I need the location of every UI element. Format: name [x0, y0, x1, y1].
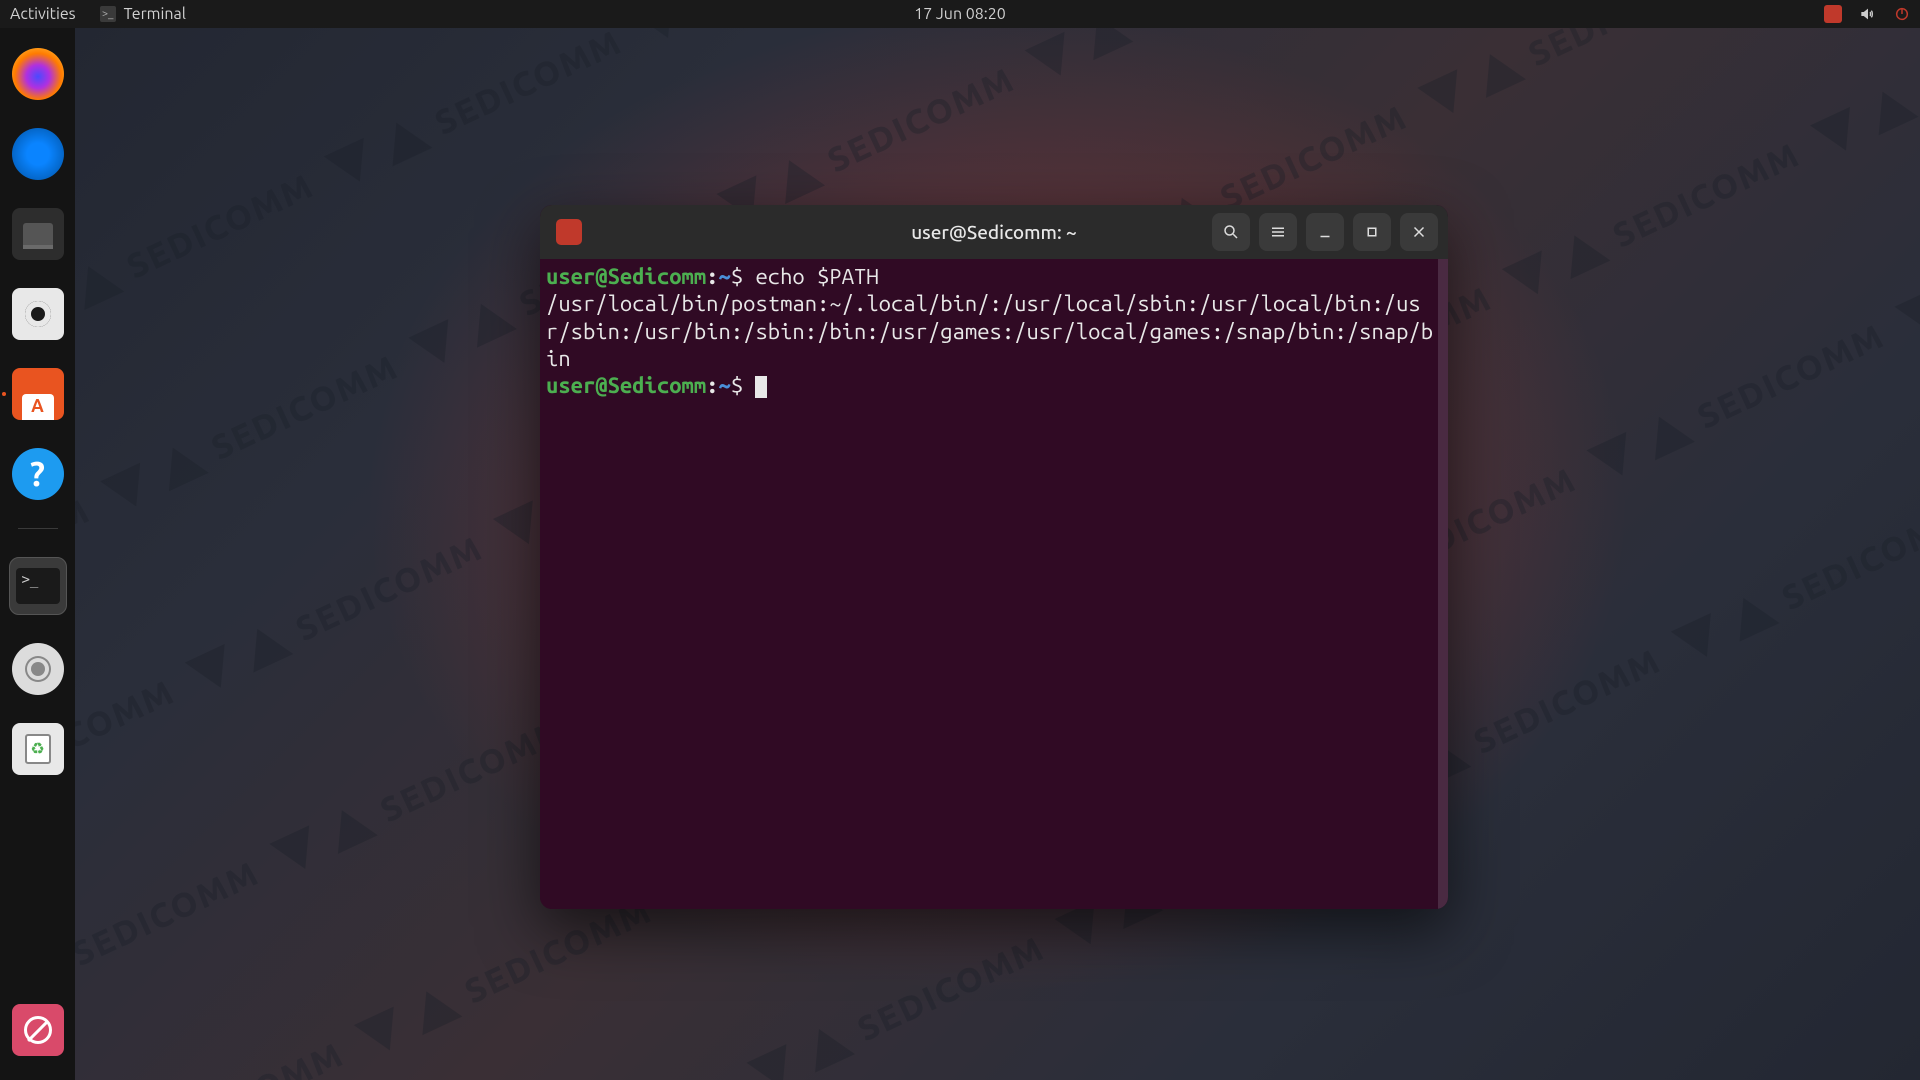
terminal-line: /usr/local/bin/postman:~/.local/bin/:/us…: [546, 290, 1442, 372]
dock-rhythmbox[interactable]: [12, 288, 64, 340]
topbar-app-menu[interactable]: >_ Terminal: [100, 5, 186, 23]
terminal-icon: >_: [100, 6, 116, 22]
terminal-window: user@Sedicomm: ~ user@Sedicomm:~$ echo $…: [540, 205, 1448, 909]
cursor: [755, 376, 767, 398]
volume-icon[interactable]: [1860, 6, 1876, 22]
dock: ? >_: [0, 28, 75, 1080]
dock-software-center[interactable]: [12, 368, 64, 420]
terminal-app-icon: [556, 219, 582, 245]
terminal-line: user@Sedicomm:~$ echo $PATH: [546, 263, 1442, 290]
search-button[interactable]: [1212, 213, 1250, 251]
dock-separator: [18, 528, 58, 529]
close-button[interactable]: [1400, 213, 1438, 251]
dock-unknown-app[interactable]: [12, 1004, 64, 1056]
menu-button[interactable]: [1259, 213, 1297, 251]
dock-terminal[interactable]: >_: [9, 557, 67, 615]
dock-disk[interactable]: [12, 643, 64, 695]
clock[interactable]: 17 Jun 08:20: [914, 5, 1006, 23]
gnome-topbar: Activities >_ Terminal 17 Jun 08:20: [0, 0, 1920, 28]
dock-trash[interactable]: [12, 723, 64, 775]
terminal-scrollbar[interactable]: [1438, 259, 1448, 909]
dock-help[interactable]: ?: [12, 448, 64, 500]
screen-record-icon[interactable]: [1824, 5, 1842, 23]
terminal-title: user@Sedicomm: ~: [911, 221, 1077, 243]
terminal-titlebar[interactable]: user@Sedicomm: ~: [540, 205, 1448, 259]
topbar-app-name: Terminal: [124, 5, 186, 23]
activities-button[interactable]: Activities: [10, 5, 76, 23]
terminal-body[interactable]: user@Sedicomm:~$ echo $PATH/usr/local/bi…: [540, 259, 1448, 909]
terminal-line: user@Sedicomm:~$: [546, 372, 1442, 399]
dock-thunderbird[interactable]: [12, 128, 64, 180]
minimize-button[interactable]: [1306, 213, 1344, 251]
maximize-button[interactable]: [1353, 213, 1391, 251]
power-icon[interactable]: [1894, 6, 1910, 22]
dock-firefox[interactable]: [12, 48, 64, 100]
dock-files[interactable]: [12, 208, 64, 260]
